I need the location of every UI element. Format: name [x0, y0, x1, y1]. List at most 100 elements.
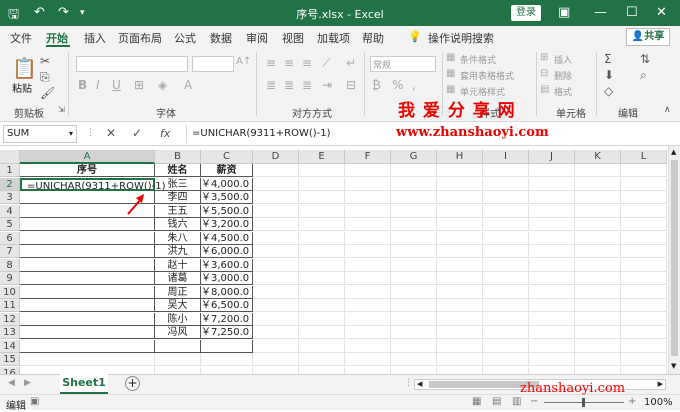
- cell-I7[interactable]: [483, 245, 529, 258]
- cell-K12[interactable]: [575, 312, 621, 326]
- scroll-right-icon[interactable]: ▶: [658, 380, 663, 388]
- cell-E14[interactable]: [299, 339, 345, 353]
- cell-J3[interactable]: [529, 191, 575, 204]
- cell-D7[interactable]: [253, 245, 299, 258]
- cell-A10[interactable]: [20, 285, 155, 299]
- conditional-format-button[interactable]: 条件格式: [460, 53, 496, 66]
- cell-A11[interactable]: [20, 299, 155, 312]
- cell-G6[interactable]: [391, 231, 437, 245]
- tab-insert[interactable]: 插入: [84, 30, 106, 46]
- cell-G10[interactable]: [391, 285, 437, 299]
- cell-D15[interactable]: [253, 353, 299, 366]
- cell-F13[interactable]: [345, 326, 391, 339]
- cell-J8[interactable]: [529, 258, 575, 272]
- cell-F4[interactable]: [345, 204, 391, 218]
- cut-icon[interactable]: ✂: [40, 54, 50, 68]
- cell-L13[interactable]: [621, 326, 667, 339]
- cell-B10[interactable]: 周正: [155, 285, 201, 299]
- cell-G14[interactable]: [391, 339, 437, 353]
- cell-C15[interactable]: [201, 353, 253, 366]
- close-icon[interactable]: ✕: [656, 5, 667, 20]
- align-left-icon[interactable]: ≣: [266, 78, 276, 92]
- cell-L12[interactable]: [621, 312, 667, 326]
- row-header-9[interactable]: 9: [0, 272, 20, 285]
- lightbulb-icon[interactable]: 💡: [408, 30, 422, 43]
- cell-C8[interactable]: ￥3,600.0: [201, 258, 253, 272]
- row-header-5[interactable]: 5: [0, 218, 20, 231]
- cell-K11[interactable]: [575, 299, 621, 312]
- scroll-left-icon[interactable]: ◀: [417, 380, 422, 388]
- macro-record-icon[interactable]: ▣: [30, 396, 39, 407]
- cell-D10[interactable]: [253, 285, 299, 299]
- cell-J12[interactable]: [529, 312, 575, 326]
- sheet-tab-sheet1[interactable]: Sheet1: [60, 374, 108, 394]
- cell-F8[interactable]: [345, 258, 391, 272]
- format-table-icon[interactable]: ▦: [446, 68, 455, 79]
- align-right-icon[interactable]: ≣: [302, 78, 312, 92]
- tab-formulas[interactable]: 公式: [174, 30, 196, 46]
- cell-A12[interactable]: [20, 312, 155, 326]
- cell-C13[interactable]: ￥7,250.0: [201, 326, 253, 339]
- fill-icon[interactable]: ⬇: [604, 68, 614, 82]
- cell-J11[interactable]: [529, 299, 575, 312]
- cell-E2[interactable]: [299, 177, 345, 191]
- minimize-icon[interactable]: —: [594, 5, 607, 20]
- cell-L3[interactable]: [621, 191, 667, 204]
- cell-B5[interactable]: 钱六: [155, 218, 201, 231]
- cell-D5[interactable]: [253, 218, 299, 231]
- cell-F7[interactable]: [345, 245, 391, 258]
- cell-F9[interactable]: [345, 272, 391, 285]
- cell-D13[interactable]: [253, 326, 299, 339]
- row-header-6[interactable]: 6: [0, 231, 20, 245]
- cell-E12[interactable]: [299, 312, 345, 326]
- cell-I1[interactable]: [483, 164, 529, 177]
- cell-C7[interactable]: ￥6,000.0: [201, 245, 253, 258]
- share-button[interactable]: 👤共享: [626, 28, 670, 46]
- cell-L8[interactable]: [621, 258, 667, 272]
- cell-H7[interactable]: [437, 245, 483, 258]
- cell-H2[interactable]: [437, 177, 483, 191]
- cell-K7[interactable]: [575, 245, 621, 258]
- row-header-13[interactable]: 13: [0, 326, 20, 339]
- cell-D11[interactable]: [253, 299, 299, 312]
- tab-file[interactable]: 文件: [10, 30, 32, 46]
- grow-font-icon[interactable]: A↑: [236, 56, 251, 67]
- cell-H8[interactable]: [437, 258, 483, 272]
- cancel-entry-icon[interactable]: ✕: [106, 126, 116, 140]
- cell-L10[interactable]: [621, 285, 667, 299]
- tab-split-grip-icon[interactable]: ⋮: [404, 378, 413, 388]
- cell-J5[interactable]: [529, 218, 575, 231]
- next-sheet-icon[interactable]: ▶: [24, 378, 31, 388]
- cell-I13[interactable]: [483, 326, 529, 339]
- conditional-format-icon[interactable]: ▦: [446, 52, 455, 63]
- cell-E9[interactable]: [299, 272, 345, 285]
- font-name-box[interactable]: [76, 56, 188, 72]
- page-break-view-icon[interactable]: ▥: [512, 396, 521, 407]
- cell-B1[interactable]: 姓名: [155, 164, 201, 177]
- cell-J13[interactable]: [529, 326, 575, 339]
- cell-K13[interactable]: [575, 326, 621, 339]
- cell-D9[interactable]: [253, 272, 299, 285]
- row-header-10[interactable]: 10: [0, 285, 20, 299]
- cell-K3[interactable]: [575, 191, 621, 204]
- cell-G15[interactable]: [391, 353, 437, 366]
- add-sheet-button[interactable]: +: [125, 376, 140, 391]
- clear-icon[interactable]: ◇: [604, 84, 613, 98]
- cell-G11[interactable]: [391, 299, 437, 312]
- currency-icon[interactable]: ₿: [372, 78, 381, 92]
- cell-B11[interactable]: 吴大: [155, 299, 201, 312]
- merge-icon[interactable]: ⊟: [346, 78, 356, 92]
- format-cells-button[interactable]: 格式: [554, 85, 572, 98]
- cell-B15[interactable]: [155, 353, 201, 366]
- copy-icon[interactable]: ⎘: [40, 70, 50, 85]
- insert-function-icon[interactable]: fx: [160, 127, 170, 140]
- column-header-B[interactable]: B: [155, 150, 201, 164]
- column-header-L[interactable]: L: [621, 150, 667, 164]
- vertical-scroll-thumb[interactable]: [671, 160, 678, 356]
- vertical-scrollbar[interactable]: ▲ ▼: [668, 146, 680, 374]
- cell-I11[interactable]: [483, 299, 529, 312]
- scroll-up-icon[interactable]: ▲: [671, 148, 676, 156]
- maximize-icon[interactable]: ☐: [626, 5, 638, 20]
- cell-I12[interactable]: [483, 312, 529, 326]
- cell-I6[interactable]: [483, 231, 529, 245]
